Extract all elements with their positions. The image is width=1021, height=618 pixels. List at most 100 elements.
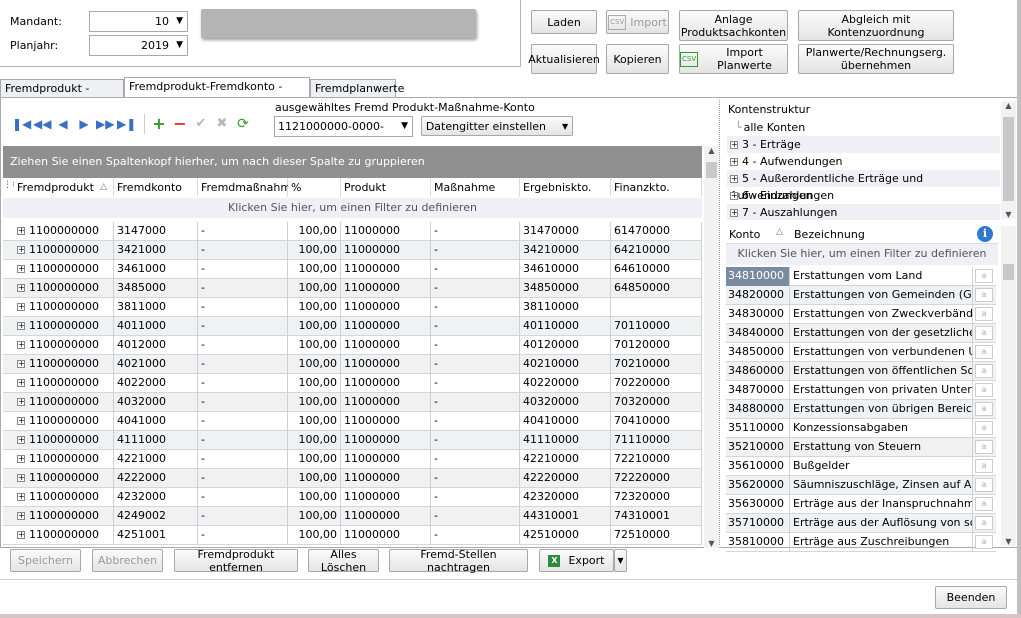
table-row[interactable]: +1100000000 4232000-100,00 11000000-423200… (3, 488, 702, 507)
next-record-icon[interactable]: ▶ (75, 115, 93, 133)
note-icon[interactable]: a (975, 288, 993, 302)
list-item[interactable]: 34880000 Erstattungen von übrigen Bereich… (726, 400, 996, 419)
scroll-thumb[interactable] (706, 162, 717, 178)
export-dropdown[interactable]: ▼ (614, 549, 627, 572)
tree-item[interactable]: +4 - Aufwendungen (727, 153, 1000, 170)
refresh-icon[interactable]: ⟳ (234, 115, 252, 133)
list-item[interactable]: 34860000 Erstattungen von öffentlichen So… (726, 362, 996, 381)
expand-icon[interactable]: + (17, 341, 25, 349)
expand-icon[interactable]: + (17, 227, 25, 235)
scroll-up-icon[interactable]: ▲ (1001, 101, 1016, 110)
tree-item[interactable]: +5 - Außerordentliche Erträge und Aufwen… (727, 170, 1000, 202)
scroll-down-icon[interactable]: ▼ (1001, 210, 1016, 219)
import-button[interactable]: CSV Import (606, 10, 669, 34)
planwerte-button[interactable]: Planwerte/Rechnungserg. übernehmen (798, 44, 954, 74)
col-bezeichnung[interactable]: Bezeichnung (794, 228, 865, 241)
list-item[interactable]: 35210000 Erstattung von Steuern a (726, 438, 996, 457)
anlage-button[interactable]: Anlage Produktsachkonten (679, 10, 788, 41)
expand-icon[interactable]: + (17, 474, 25, 482)
tree-item[interactable]: +6 - Einzahlungen (727, 187, 1000, 204)
expand-icon[interactable]: + (17, 531, 25, 539)
expand-icon[interactable]: + (730, 175, 738, 183)
expand-icon[interactable]: + (17, 246, 25, 254)
list-item[interactable]: 34820000 Erstattungen von Gemeinden (GV) a (726, 286, 996, 305)
import-planwerte-button[interactable]: CSV Import Planwerte (679, 44, 788, 74)
note-icon[interactable]: a (975, 535, 993, 549)
tree-scrollbar[interactable]: ▲ ▼ (1001, 101, 1016, 219)
col-fremdkonto[interactable]: Fremdkonto (114, 178, 198, 197)
col-fremdmassnahme[interactable]: Fremdmaßnahme (198, 178, 298, 197)
tab-fremdplanwerte[interactable]: Fremdplanwerte (310, 79, 404, 98)
tree-item[interactable]: +3 - Erträge (727, 136, 1000, 153)
table-row[interactable]: +1100000000 4251001-100,00 11000000-425100… (3, 526, 702, 545)
expand-icon[interactable]: + (17, 455, 25, 463)
col-fremdprodukt[interactable]: Fremdprodukt △ (14, 178, 114, 197)
expand-icon[interactable]: + (17, 512, 25, 520)
laden-button[interactable]: Laden (531, 10, 597, 34)
expand-icon[interactable]: + (17, 417, 25, 425)
table-row[interactable]: +1100000000 3147000-100,00 11000000-314700… (3, 222, 702, 241)
scroll-thumb[interactable] (1003, 264, 1014, 280)
alles-loeschen-button[interactable]: Alles Löschen (308, 548, 379, 574)
export-button[interactable]: X Export (539, 549, 614, 572)
note-icon[interactable]: a (975, 269, 993, 283)
note-icon[interactable]: a (975, 307, 993, 321)
speichern-button[interactable]: Speichern (10, 549, 81, 572)
table-row[interactable]: +1100000000 4249002-100,00 11000000-443100… (3, 507, 702, 526)
remove-icon[interactable]: − (171, 115, 189, 133)
expand-icon[interactable]: + (17, 265, 25, 273)
info-icon[interactable]: i (977, 226, 993, 242)
expand-icon[interactable]: + (17, 284, 25, 292)
note-icon[interactable]: a (975, 383, 993, 397)
prev-page-icon[interactable]: ◀◀ (33, 115, 51, 133)
note-icon[interactable]: a (975, 345, 993, 359)
check-icon[interactable]: ✔ (192, 115, 210, 133)
table-row[interactable]: +1100000000 4041000-100,00 11000000-404100… (3, 412, 702, 431)
next-page-icon[interactable]: ▶▶ (96, 115, 114, 133)
table-row[interactable]: +1100000000 4021000-100,00 11000000-402100… (3, 355, 702, 374)
tab-fremdprodukt-produkt[interactable]: Fremdprodukt - Produkt (0, 79, 124, 112)
note-icon[interactable]: a (975, 516, 993, 530)
beenden-button[interactable]: Beenden (935, 586, 1007, 609)
list-item[interactable]: 34870000Erstattungen von privaten Untern… (726, 381, 996, 400)
table-row[interactable]: +1100000000 4221000-100,00 11000000-422100… (3, 450, 702, 469)
grid-filter-row[interactable]: Klicken Sie hier, um einen Filter zu def… (3, 198, 702, 218)
expand-icon[interactable]: + (17, 493, 25, 501)
table-row[interactable]: +1100000000 4022000-100,00 11000000-402200… (3, 374, 702, 393)
mandant-select[interactable]: 10 ▼ (89, 11, 188, 32)
group-panel[interactable]: Ziehen Sie einen Spaltenkopf hierher, um… (3, 146, 702, 178)
datengitter-button[interactable]: Datengitter einstellen ▼ (421, 116, 573, 136)
list-item[interactable]: 34830000Erstattungen von Zweckverbänden,… (726, 305, 996, 324)
add-icon[interactable]: + (150, 115, 168, 133)
scroll-down-icon[interactable]: ▼ (1001, 537, 1016, 546)
table-row[interactable]: +1100000000 4111000-100,00 11000000-411100… (3, 431, 702, 450)
table-row[interactable]: +1100000000 3461000-100,00 11000000-346100… (3, 260, 702, 279)
table-row[interactable]: +1100000000 4222000-100,00 11000000-422200… (3, 469, 702, 488)
note-icon[interactable]: a (975, 440, 993, 454)
col-produkt[interactable]: Produkt (341, 178, 431, 197)
tree-item[interactable]: └ alle Konten (727, 119, 1000, 136)
table-row[interactable]: +1100000000 3811000-100,00 11000000-381100… (3, 298, 702, 317)
col-finanzkto[interactable]: Finanzkto. (611, 178, 702, 197)
konten-filter-row[interactable]: Klicken Sie hier, um einen Filter zu def… (726, 244, 998, 265)
expand-icon[interactable]: + (730, 141, 738, 149)
expand-icon[interactable]: + (17, 436, 25, 444)
selection-select[interactable]: 1121000000-0000-40110 ▼ (274, 116, 413, 137)
note-icon[interactable]: a (975, 364, 993, 378)
first-record-icon[interactable]: ❚◀ (12, 115, 31, 133)
list-item[interactable]: 35810000 Erträge aus Zuschreibungen a (726, 533, 996, 552)
fremdprodukt-entfernen-button[interactable]: Fremdprodukt entfernen (174, 548, 298, 574)
fremd-stellen-nachtragen-button[interactable]: Fremd-Stellen nachtragen (389, 548, 528, 574)
tree-item[interactable]: +7 - Auszahlungen (727, 204, 1000, 220)
table-row[interactable]: +1100000000 3421000-100,00 11000000-342100… (3, 241, 702, 260)
expand-icon[interactable]: + (17, 322, 25, 330)
note-icon[interactable]: a (975, 478, 993, 492)
list-item[interactable]: 34840000Erstattungen von der gesetzliche… (726, 324, 996, 343)
expand-icon[interactable]: + (17, 360, 25, 368)
col-konto[interactable]: Konto (729, 228, 760, 241)
note-icon[interactable]: a (975, 326, 993, 340)
col-ergebniskto[interactable]: Ergebniskto. (520, 178, 611, 197)
list-item[interactable]: 34810000 Erstattungen vom Land a (726, 267, 996, 286)
expand-icon[interactable]: + (17, 379, 25, 387)
abgleich-button[interactable]: Abgleich mit Kontenzuordnung (798, 10, 954, 41)
